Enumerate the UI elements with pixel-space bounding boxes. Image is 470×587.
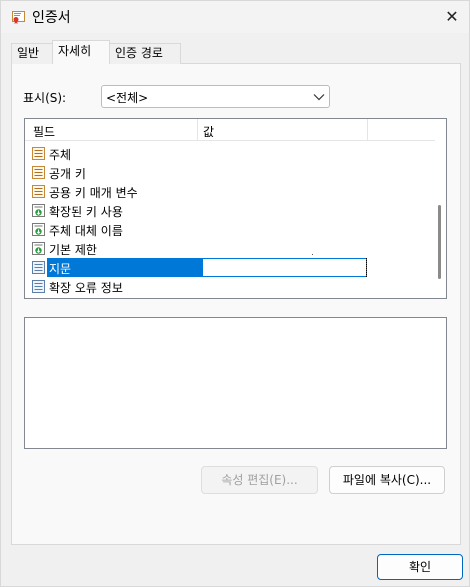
- list-item-label: 주체: [49, 148, 72, 162]
- property-icon: [32, 261, 45, 274]
- list-item-label: 기본 제한: [49, 243, 97, 257]
- vertical-scrollbar[interactable]: [435, 119, 446, 298]
- close-button[interactable]: ✕: [439, 5, 465, 29]
- tab-details[interactable]: 자세히: [52, 40, 110, 64]
- close-icon: ✕: [445, 7, 459, 26]
- list-header: 필드 값: [25, 119, 435, 141]
- property-icon: [32, 280, 45, 293]
- certificate-dialog: 인증서 ✕ 일반 자세히 인증 경로 표시(S): <전체> 필드 값 주체 공…: [0, 0, 470, 587]
- certificate-field-icon: [32, 166, 45, 179]
- column-divider[interactable]: [367, 119, 368, 141]
- certificate-field-icon: [32, 147, 45, 160]
- extension-icon: [32, 223, 45, 236]
- list-item-label: 확장된 키 사용: [49, 205, 123, 219]
- title-bar: 인증서 ✕: [1, 1, 469, 33]
- list-item-label: 공개 키: [49, 167, 86, 181]
- artifact-dot: [312, 254, 313, 255]
- extension-icon: [32, 204, 45, 217]
- show-dropdown[interactable]: <전체>: [101, 85, 330, 108]
- list-item-label: 공용 키 매개 변수: [49, 186, 138, 200]
- list-item[interactable]: 주체: [25, 144, 435, 163]
- show-label: 표시(S):: [23, 91, 67, 105]
- certificate-icon: [12, 11, 25, 24]
- list-item[interactable]: 공개 키: [25, 163, 435, 182]
- list-item-selected[interactable]: 지문: [25, 258, 435, 277]
- window-title: 인증서: [32, 10, 71, 26]
- field-detail-box[interactable]: [24, 317, 447, 449]
- column-header-field[interactable]: 필드: [33, 123, 55, 140]
- list-item[interactable]: 확장된 키 사용: [25, 201, 435, 220]
- list-item-label: 확장 오류 정보: [49, 281, 123, 295]
- list-item-label: 주체 대체 이름: [49, 224, 123, 238]
- show-dropdown-value: <전체>: [106, 91, 149, 105]
- scrollbar-thumb[interactable]: [438, 205, 441, 279]
- extension-icon: [32, 242, 45, 255]
- copy-to-file-button[interactable]: 파일에 복사(C)...: [329, 466, 445, 494]
- list-item[interactable]: 주체 대체 이름: [25, 220, 435, 239]
- list-item[interactable]: 확장 오류 정보: [25, 277, 435, 296]
- value-cell: [202, 258, 367, 277]
- edit-properties-button[interactable]: 속성 편집(E)...: [201, 466, 318, 494]
- chevron-down-icon: [313, 94, 325, 101]
- field-list[interactable]: 필드 값 주체 공개 키 공용 키 매개 변수 확장된 키 사용 주체 대체 이…: [24, 118, 447, 299]
- tab-certification-path[interactable]: 인증 경로: [109, 43, 181, 64]
- column-divider[interactable]: [197, 119, 198, 141]
- tab-general[interactable]: 일반: [11, 43, 53, 64]
- ok-button[interactable]: 확인: [377, 554, 463, 580]
- list-item[interactable]: 기본 제한: [25, 239, 435, 258]
- column-header-value[interactable]: 값: [203, 123, 214, 140]
- focus-rectangle: [365, 258, 367, 277]
- list-item-label: 지문: [49, 262, 72, 276]
- list-item[interactable]: 공용 키 매개 변수: [25, 182, 435, 201]
- certificate-field-icon: [32, 185, 45, 198]
